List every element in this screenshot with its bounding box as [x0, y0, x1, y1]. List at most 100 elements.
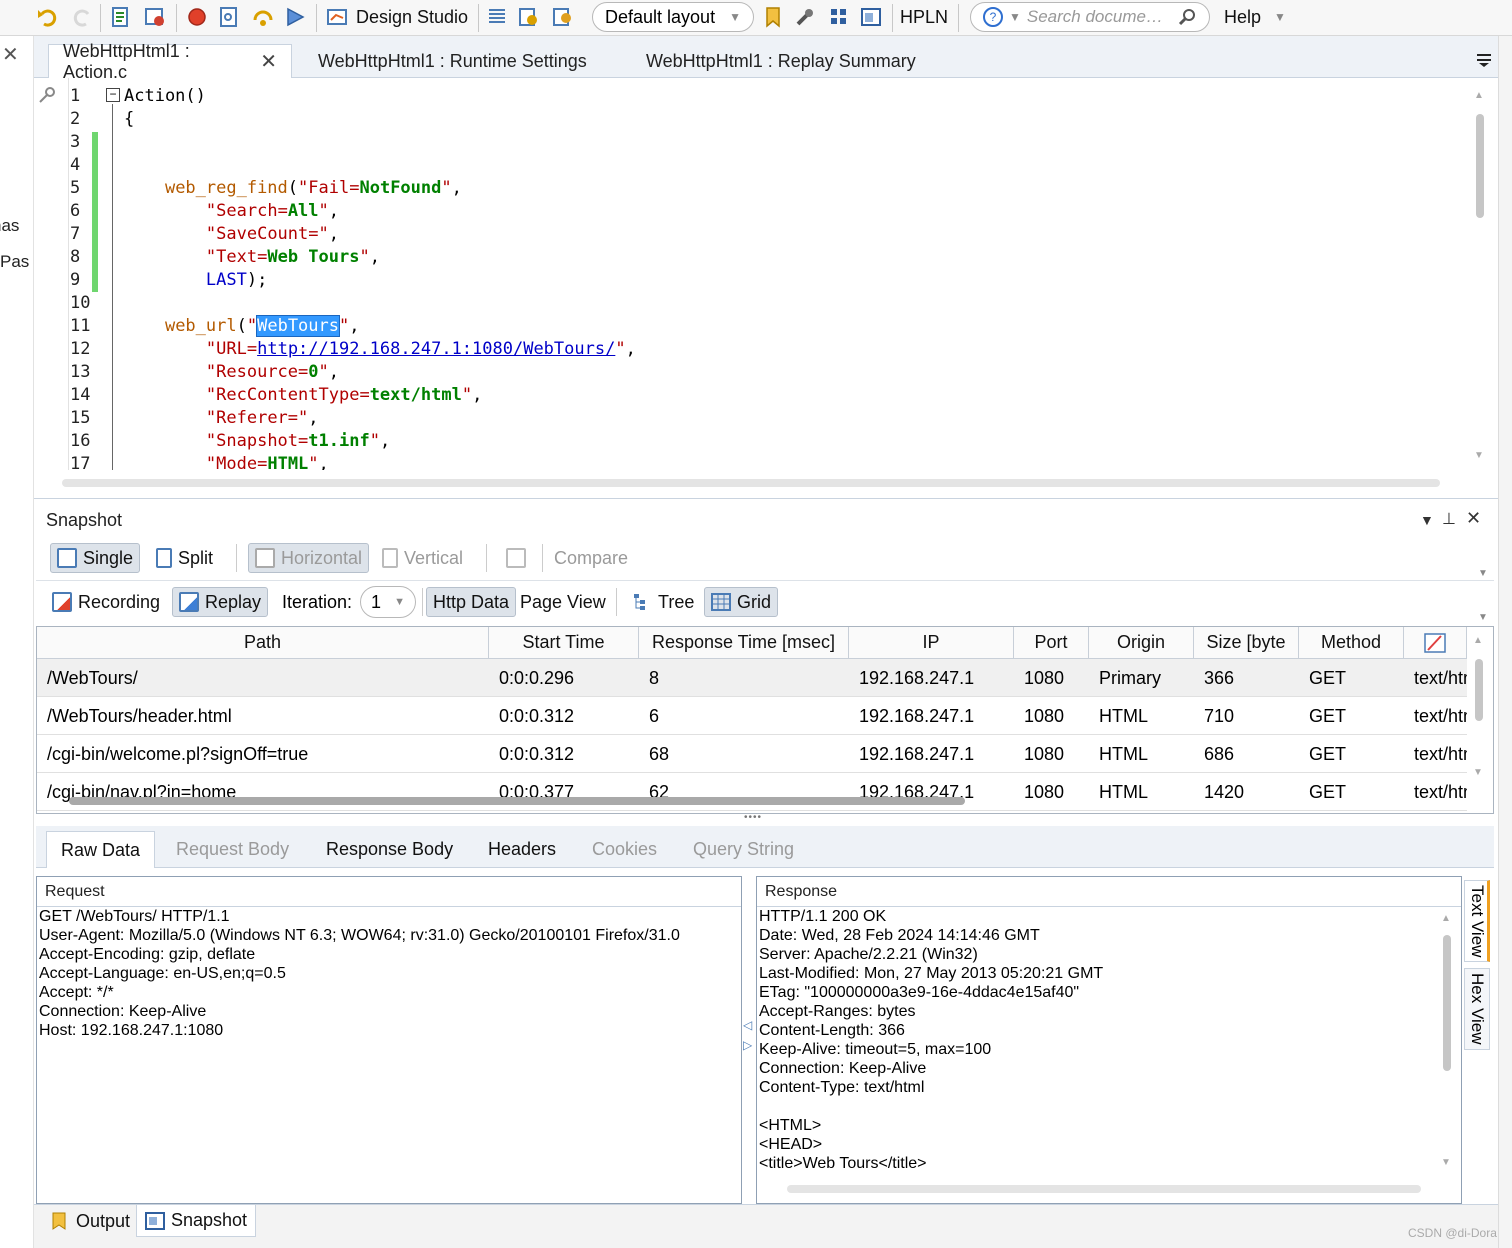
scroll-up-icon[interactable]: ▲ [1473, 635, 1483, 646]
sync-button[interactable] [500, 543, 532, 573]
undo-icon[interactable] [36, 6, 58, 28]
scroll-down-icon[interactable]: ▼ [1473, 767, 1483, 778]
grid-vscrollbar[interactable] [1475, 659, 1483, 721]
tab-cookies[interactable]: Cookies [578, 831, 671, 868]
chevron-down-icon[interactable]: ▼ [1478, 568, 1488, 579]
http-data-button[interactable]: Http Data [426, 587, 517, 617]
step-over-icon[interactable] [252, 6, 274, 28]
single-button[interactable]: Single [50, 543, 141, 573]
collapse-left-icon[interactable]: ◁ [743, 1018, 752, 1032]
tab-response-body[interactable]: Response Body [312, 831, 467, 868]
tab-action-c[interactable]: WebHttpHtml1 : Action.c ✕ [48, 41, 292, 82]
pin-icon[interactable]: ⊥ [1442, 509, 1456, 529]
redo-icon[interactable] [72, 6, 94, 28]
table-cell: HTML [1099, 781, 1148, 802]
response-text[interactable]: HTTP/1.1 200 OK Date: Wed, 28 Feb 2024 14… [757, 907, 1461, 1173]
code-editor[interactable]: 1 2 3 4 5 6 7 8 9 10 11 12 13 14 15 16 17 − Action() { w… [34, 78, 1498, 470]
tab-snapshot[interactable]: Snapshot [136, 1205, 257, 1237]
hpln-button[interactable]: HPLN [900, 4, 948, 30]
tab-runtime-settings[interactable]: WebHttpHtml1 : Runtime Settings [304, 44, 601, 78]
tab-headers[interactable]: Headers [474, 831, 570, 868]
search-input[interactable]: Search docume… [1027, 7, 1163, 27]
help-menu[interactable]: Help [1224, 4, 1261, 30]
search-results-icon[interactable] [552, 6, 574, 28]
table-row[interactable]: /cgi-bin/welcome.pl?signOff=true 0:0:0.31… [37, 735, 1467, 773]
grid-hscrollbar[interactable] [69, 797, 965, 805]
selected-text[interactable]: WebTours [256, 315, 340, 337]
editor-hscrollbar[interactable] [62, 479, 1440, 487]
response-vscrollbar[interactable] [1443, 935, 1451, 1071]
runtime-icon[interactable] [144, 6, 166, 28]
line-number: 14 [70, 385, 91, 405]
column-header[interactable]: Size [byte [1194, 627, 1299, 659]
tab-query-string[interactable]: Query String [679, 831, 808, 868]
close-icon[interactable]: ✕ [1466, 508, 1481, 529]
scroll-down-icon[interactable]: ▼ [1474, 450, 1484, 461]
url-link[interactable]: http://192.168.247.1:1080/WebTours/ [257, 339, 615, 359]
pin-icon[interactable] [36, 86, 56, 106]
list-icon[interactable] [486, 6, 508, 28]
side-item[interactable]: Pas [0, 252, 29, 272]
table-row[interactable]: /WebTours/0:0:0.296 8 192.168.247.1 1080 Pri… [37, 659, 1467, 697]
table-row[interactable]: /WebTours/header.html 0:0:0.312 6 192.168.2… [37, 697, 1467, 735]
iteration-select[interactable]: 1 ▼ [360, 586, 416, 618]
run-icon[interactable] [284, 6, 306, 28]
chevron-down-icon[interactable]: ▼ [1420, 512, 1434, 528]
layout-select[interactable]: Default layout ▼ [592, 2, 754, 32]
tab-menu-icon[interactable] [1476, 52, 1492, 68]
table-cell: 8 [649, 667, 660, 688]
vertical-button[interactable]: Vertical [376, 543, 469, 573]
text-line: Connection: Keep-Alive [759, 1060, 927, 1077]
replay-button[interactable]: Replay [172, 587, 269, 617]
column-header[interactable]: Path [37, 627, 489, 659]
editor-vscrollbar[interactable] [1476, 114, 1484, 218]
splitter-grip[interactable]: •••• [744, 812, 762, 823]
tab-request-body[interactable]: Request Body [162, 831, 303, 868]
compare-button[interactable]: Compare [548, 543, 634, 573]
column-header[interactable]: Origin [1089, 627, 1194, 659]
grid-icon[interactable] [828, 6, 850, 28]
table-row[interactable]: /cgi-bin/nav.pl?in=home 0:0:0.377 62 192.16… [37, 773, 1467, 811]
scroll-down-icon[interactable]: ▼ [1441, 1157, 1451, 1168]
design-studio-icon[interactable] [326, 6, 348, 28]
column-header[interactable]: Response Time [msec] [639, 627, 849, 659]
request-text[interactable]: GET /WebTours/ HTTP/1.1 User-Agent: Mozil… [37, 907, 741, 1040]
scroll-up-icon[interactable]: ▲ [1474, 90, 1484, 101]
chevron-down-icon[interactable]: ▼ [1478, 612, 1488, 623]
column-header[interactable]: Port [1014, 627, 1089, 659]
snapshot-toolbar-icon[interactable] [518, 6, 540, 28]
response-hscrollbar[interactable] [787, 1185, 1421, 1193]
tab-label: Hex View [1468, 973, 1487, 1045]
script-icon[interactable] [110, 6, 132, 28]
horizontal-button[interactable]: Horizontal [248, 543, 370, 573]
column-header[interactable]: IP [849, 627, 1014, 659]
compile-icon[interactable] [218, 6, 240, 28]
collapse-right-icon[interactable]: ▷ [743, 1038, 752, 1052]
split-button[interactable]: Split [150, 543, 219, 573]
side-item[interactable]: nas [0, 216, 19, 236]
tab-hex-view[interactable]: Hex View [1464, 968, 1490, 1050]
bookmark-icon[interactable] [762, 6, 784, 28]
close-icon[interactable]: ✕ [2, 42, 19, 67]
tab-text-view[interactable]: Text View [1464, 880, 1490, 962]
window-icon[interactable] [860, 6, 882, 28]
collapse-icon[interactable]: − [106, 88, 120, 102]
column-header[interactable]: Start Time [489, 627, 639, 659]
tab-output[interactable]: Output [42, 1205, 138, 1237]
tab-raw-data[interactable]: Raw Data [46, 831, 156, 868]
filter-clear-icon[interactable] [1423, 632, 1447, 654]
grid-button[interactable]: Grid [704, 587, 779, 617]
design-studio-button[interactable]: Design Studio [356, 4, 468, 30]
column-header[interactable]: Method [1299, 627, 1404, 659]
page-view-button[interactable]: Page View [514, 587, 612, 617]
column-header[interactable] [1404, 627, 1467, 659]
recording-button[interactable]: Recording [46, 587, 166, 617]
wrench-icon[interactable] [794, 6, 816, 28]
close-icon[interactable]: ✕ [260, 49, 277, 74]
record-icon[interactable] [186, 6, 208, 28]
tab-replay-summary[interactable]: WebHttpHtml1 : Replay Summary [632, 44, 930, 78]
search-icon[interactable] [1177, 7, 1197, 27]
tree-button[interactable]: Tree [626, 587, 700, 617]
search-field[interactable]: ? ▼ Search docume… [970, 2, 1210, 32]
scroll-up-icon[interactable]: ▲ [1441, 913, 1451, 924]
